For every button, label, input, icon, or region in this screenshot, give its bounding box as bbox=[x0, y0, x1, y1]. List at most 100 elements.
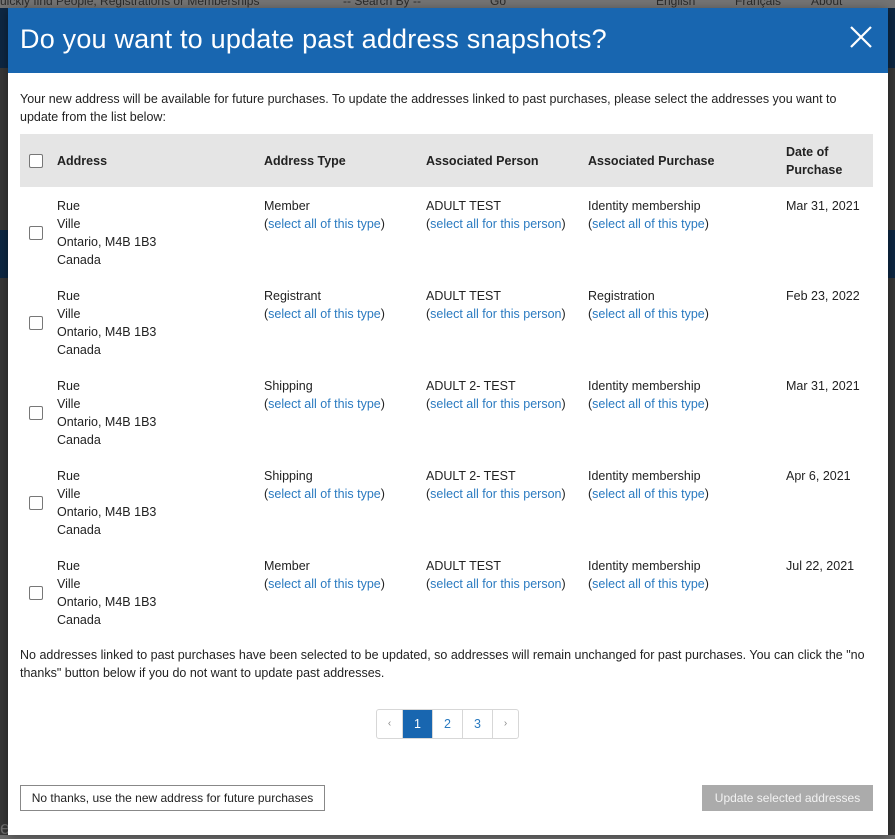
date-of-purchase-value: Apr 6, 2021 bbox=[786, 469, 851, 483]
address-region: Ontario, M4B 1B3 bbox=[57, 325, 157, 339]
no-thanks-button[interactable]: No thanks, use the new address for futur… bbox=[20, 785, 325, 811]
address-type-cell: Registrant (select all of this type) bbox=[264, 289, 385, 321]
date-of-purchase-cell: Jul 22, 2021 bbox=[780, 547, 873, 637]
date-of-purchase-value: Feb 23, 2022 bbox=[786, 289, 860, 303]
associated-person-value: ADULT TEST bbox=[426, 559, 502, 573]
address-region: Ontario, M4B 1B3 bbox=[57, 415, 157, 429]
date-of-purchase-value: Jul 22, 2021 bbox=[786, 559, 855, 573]
pagination-prev-button[interactable]: ‹ bbox=[377, 710, 403, 738]
address-type-value: Member bbox=[264, 559, 310, 573]
select-all-for-person-link[interactable]: select all for this person bbox=[430, 307, 561, 321]
row-checkbox[interactable] bbox=[29, 315, 43, 330]
associated-person-cell: ADULT 2- TEST (select all for this person… bbox=[426, 379, 566, 411]
row-checkbox[interactable] bbox=[29, 225, 43, 240]
address-cell: Rue Ville Ontario, M4B 1B3 Canada bbox=[51, 277, 258, 367]
column-header-date-label: Date of Purchase bbox=[786, 144, 843, 177]
row-checkbox[interactable] bbox=[29, 585, 43, 600]
associated-purchase-value: Identity membership bbox=[588, 469, 701, 483]
select-all-of-purchase-type-link[interactable]: select all of this type bbox=[592, 217, 705, 231]
pagination-page-2[interactable]: 2 bbox=[433, 710, 463, 738]
address-street: Rue bbox=[57, 559, 80, 573]
date-of-purchase-value: Mar 31, 2021 bbox=[786, 379, 860, 393]
address-city: Ville bbox=[57, 307, 81, 321]
select-all-of-type-link[interactable]: select all of this type bbox=[268, 397, 381, 411]
table-row: Rue Ville Ontario, M4B 1B3 Canada Shipping (s… bbox=[20, 457, 873, 547]
associated-person-cell: ADULT TEST (select all for this person) bbox=[426, 199, 566, 231]
date-of-purchase-cell: Mar 31, 2021 bbox=[780, 367, 873, 457]
address-type-cell: Member (select all of this type) bbox=[264, 199, 385, 231]
select-all-of-type-link[interactable]: select all of this type bbox=[268, 307, 381, 321]
select-all-of-purchase-type-link[interactable]: select all of this type bbox=[592, 307, 705, 321]
associated-person-cell: ADULT TEST (select all for this person) bbox=[426, 289, 566, 321]
address-region: Ontario, M4B 1B3 bbox=[57, 595, 157, 609]
address-country: Canada bbox=[57, 433, 101, 447]
address-country: Canada bbox=[57, 523, 101, 537]
select-all-of-purchase-type-link[interactable]: select all of this type bbox=[592, 577, 705, 591]
associated-purchase-value: Identity membership bbox=[588, 199, 701, 213]
select-all-of-type-link[interactable]: select all of this type bbox=[268, 487, 381, 501]
address-type-value: Registrant bbox=[264, 289, 321, 303]
address-cell: Rue Ville Ontario, M4B 1B3 Canada bbox=[51, 187, 258, 277]
select-all-for-person-link[interactable]: select all for this person bbox=[430, 487, 561, 501]
associated-purchase-cell: Identity membership (select all of this t… bbox=[588, 469, 709, 501]
address-type-value: Member bbox=[264, 199, 310, 213]
selection-status-text: No addresses linked to past purchases ha… bbox=[20, 648, 865, 680]
address-type-value: Shipping bbox=[264, 469, 313, 483]
column-header-address-type: Address Type bbox=[258, 134, 420, 187]
address-city: Ville bbox=[57, 487, 81, 501]
pagination-next-button[interactable]: › bbox=[493, 710, 518, 738]
row-checkbox-cell bbox=[20, 277, 51, 367]
address-country: Canada bbox=[57, 613, 101, 627]
column-header-associated-purchase: Associated Purchase bbox=[582, 134, 780, 187]
associated-purchase-cell: Identity membership (select all of this t… bbox=[588, 379, 709, 411]
select-all-for-person-link[interactable]: select all for this person bbox=[430, 217, 561, 231]
address-region: Ontario, M4B 1B3 bbox=[57, 505, 157, 519]
select-all-for-person-link[interactable]: select all for this person bbox=[430, 397, 561, 411]
table-row: Rue Ville Ontario, M4B 1B3 Canada Registrant… bbox=[20, 277, 873, 367]
update-selected-button[interactable]: Update selected addresses bbox=[702, 785, 873, 811]
date-of-purchase-value: Mar 31, 2021 bbox=[786, 199, 860, 213]
row-checkbox[interactable] bbox=[29, 405, 43, 420]
select-all-for-person-link[interactable]: select all for this person bbox=[430, 577, 561, 591]
address-country: Canada bbox=[57, 343, 101, 357]
address-table: Address Address Type Associated Person A… bbox=[20, 134, 873, 637]
pagination-page-3[interactable]: 3 bbox=[463, 710, 493, 738]
column-header-address: Address bbox=[51, 134, 258, 187]
select-all-of-purchase-type-link[interactable]: select all of this type bbox=[592, 397, 705, 411]
associated-person-cell: ADULT TEST (select all for this person) bbox=[426, 559, 566, 591]
row-checkbox-cell bbox=[20, 547, 51, 637]
associated-purchase-cell: Identity membership (select all of this t… bbox=[588, 559, 709, 591]
table-header-row: Address Address Type Associated Person A… bbox=[20, 134, 873, 187]
address-street: Rue bbox=[57, 199, 80, 213]
address-street: Rue bbox=[57, 289, 80, 303]
address-cell: Rue Ville Ontario, M4B 1B3 Canada bbox=[51, 367, 258, 457]
associated-person-value: ADULT 2- TEST bbox=[426, 379, 516, 393]
date-of-purchase-cell: Mar 31, 2021 bbox=[780, 187, 873, 277]
header-checkbox-cell bbox=[20, 134, 51, 187]
row-checkbox[interactable] bbox=[29, 495, 43, 510]
address-street: Rue bbox=[57, 469, 80, 483]
close-button[interactable] bbox=[848, 24, 874, 50]
table-row: Rue Ville Ontario, M4B 1B3 Canada Shipping (s… bbox=[20, 367, 873, 457]
date-of-purchase-cell: Feb 23, 2022 bbox=[780, 277, 873, 367]
address-city: Ville bbox=[57, 397, 81, 411]
associated-purchase-cell: Identity membership (select all of this t… bbox=[588, 199, 709, 231]
address-city: Ville bbox=[57, 577, 81, 591]
select-all-of-type-link[interactable]: select all of this type bbox=[268, 577, 381, 591]
address-city: Ville bbox=[57, 217, 81, 231]
associated-person-value: ADULT TEST bbox=[426, 199, 502, 213]
select-all-of-type-link[interactable]: select all of this type bbox=[268, 217, 381, 231]
table-row: Rue Ville Ontario, M4B 1B3 Canada Member (sel… bbox=[20, 547, 873, 637]
table-row: Rue Ville Ontario, M4B 1B3 Canada Member (sel… bbox=[20, 187, 873, 277]
row-checkbox-cell bbox=[20, 187, 51, 277]
update-address-modal: Do you want to update past address snaps… bbox=[8, 8, 888, 835]
close-icon bbox=[850, 26, 872, 48]
pagination-page-1[interactable]: 1 bbox=[403, 710, 433, 738]
select-all-of-purchase-type-link[interactable]: select all of this type bbox=[592, 487, 705, 501]
address-type-cell: Shipping (select all of this type) bbox=[264, 379, 385, 411]
address-region: Ontario, M4B 1B3 bbox=[57, 235, 157, 249]
select-all-checkbox[interactable] bbox=[29, 154, 43, 169]
date-of-purchase-cell: Apr 6, 2021 bbox=[780, 457, 873, 547]
modal-intro-text: Your new address will be available for f… bbox=[20, 92, 837, 124]
associated-person-value: ADULT 2- TEST bbox=[426, 469, 516, 483]
